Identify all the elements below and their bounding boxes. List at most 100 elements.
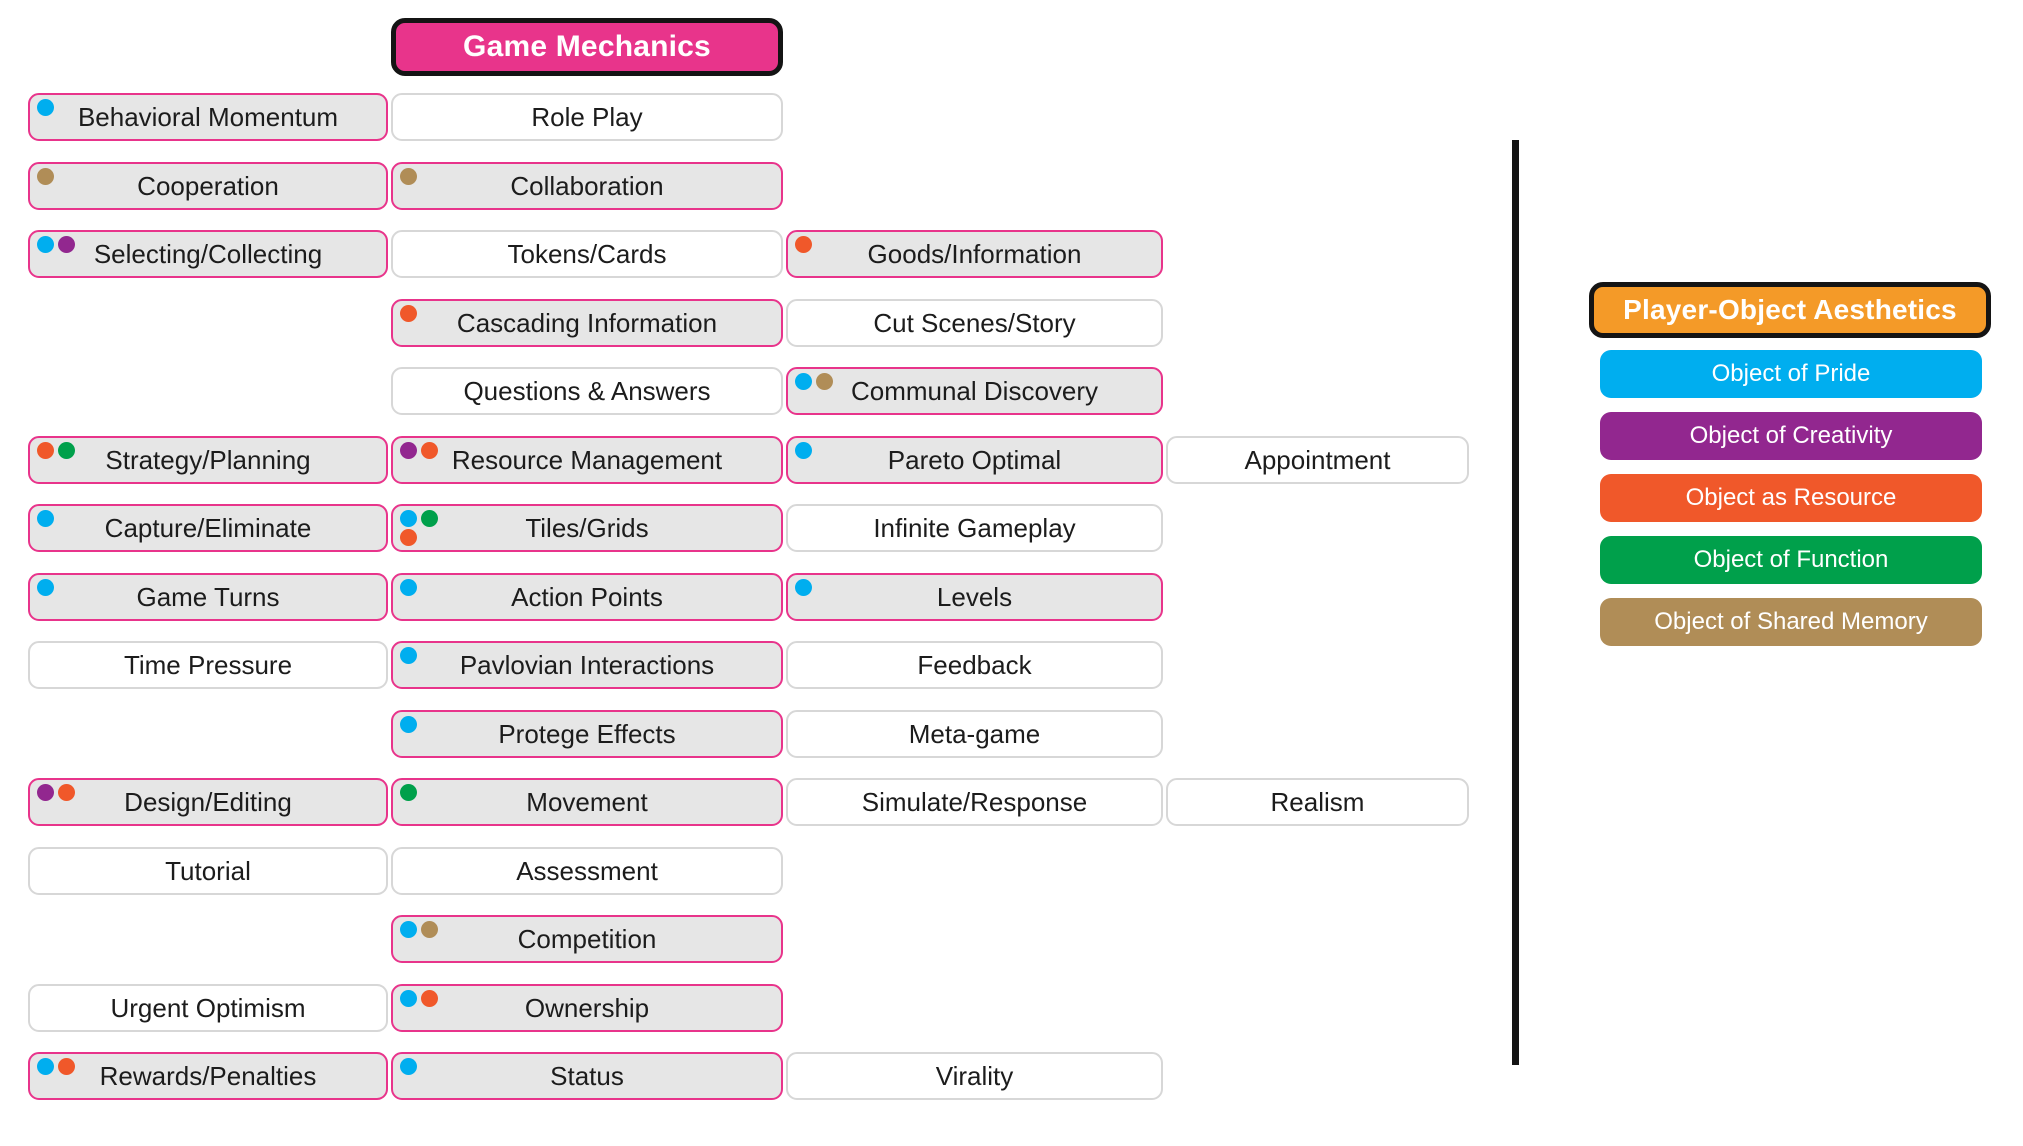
aesthetic-dot-blue-icon	[795, 579, 812, 596]
aesthetic-dot-group	[400, 716, 454, 756]
mechanic-label: Design/Editing	[124, 787, 292, 817]
mechanic-label: Appointment	[1244, 445, 1391, 475]
aesthetic-dot-blue-icon	[400, 1058, 417, 1075]
mechanic-box[interactable]: Feedback	[786, 641, 1163, 689]
mechanic-label: Questions & Answers	[463, 376, 711, 406]
legend-swatch-tan[interactable]: Object of Shared Memory	[1600, 598, 1982, 646]
mechanic-box[interactable]: Cut Scenes/Story	[786, 299, 1163, 347]
aesthetic-dot-group	[400, 168, 454, 208]
mechanic-box[interactable]: Cascading Information	[391, 299, 783, 347]
mechanic-box[interactable]: Competition	[391, 915, 783, 963]
mechanic-label: Virality	[935, 1061, 1014, 1091]
mechanic-box[interactable]: Tutorial	[28, 847, 388, 895]
mechanic-box[interactable]: Strategy/Planning	[28, 436, 388, 484]
game-mechanics-header: Game Mechanics	[391, 18, 783, 76]
mechanic-box[interactable]: Assessment	[391, 847, 783, 895]
mechanic-box[interactable]: Infinite Gameplay	[786, 504, 1163, 552]
aesthetic-dot-group	[37, 510, 91, 550]
mechanic-label: Simulate/Response	[861, 787, 1088, 817]
aesthetic-dot-blue-icon	[400, 716, 417, 733]
mechanic-box[interactable]: Goods/Information	[786, 230, 1163, 278]
aesthetic-dot-group	[37, 1058, 91, 1098]
mechanic-label: Time Pressure	[123, 650, 293, 680]
mechanic-label: Status	[550, 1061, 624, 1091]
mechanic-box[interactable]: Design/Editing	[28, 778, 388, 826]
mechanic-label: Infinite Gameplay	[873, 513, 1076, 543]
aesthetic-dot-blue-icon	[400, 510, 417, 527]
mechanic-box[interactable]: Cooperation	[28, 162, 388, 210]
mechanic-box[interactable]: Questions & Answers	[391, 367, 783, 415]
mechanic-label: Communal Discovery	[850, 376, 1099, 406]
mechanic-box[interactable]: Realism	[1166, 778, 1469, 826]
aesthetic-dot-group	[37, 168, 91, 208]
diagram-canvas: Game Mechanics Player-Object Aesthetics …	[0, 0, 2023, 1146]
mechanic-label: Cut Scenes/Story	[873, 308, 1076, 338]
mechanic-label: Game Turns	[136, 582, 280, 612]
mechanic-box[interactable]: Pareto Optimal	[786, 436, 1163, 484]
mechanic-label: Action Points	[511, 582, 663, 612]
player-object-aesthetics-header: Player-Object Aesthetics	[1589, 282, 1991, 338]
mechanic-box[interactable]: Urgent Optimism	[28, 984, 388, 1032]
mechanic-box[interactable]: Appointment	[1166, 436, 1469, 484]
mechanic-box[interactable]: Simulate/Response	[786, 778, 1163, 826]
aesthetic-dot-group	[795, 236, 849, 276]
aesthetic-dot-purple-icon	[37, 784, 54, 801]
aesthetic-dot-orange-icon	[400, 529, 417, 546]
mechanic-box[interactable]: Collaboration	[391, 162, 783, 210]
aesthetic-dot-group	[795, 579, 849, 619]
mechanic-box[interactable]: Behavioral Momentum	[28, 93, 388, 141]
aesthetic-dot-green-icon	[58, 442, 75, 459]
aesthetic-dot-tan-icon	[816, 373, 833, 390]
mechanic-label: Ownership	[524, 993, 650, 1023]
mechanic-box[interactable]: Status	[391, 1052, 783, 1100]
mechanic-box[interactable]: Resource Management	[391, 436, 783, 484]
mechanic-label: Protege Effects	[498, 719, 676, 749]
mechanic-box[interactable]: Selecting/Collecting	[28, 230, 388, 278]
legend-swatch-purple[interactable]: Object of Creativity	[1600, 412, 1982, 460]
aesthetic-dot-orange-icon	[421, 990, 438, 1007]
mechanic-label: Strategy/Planning	[105, 445, 311, 475]
mechanic-label: Levels	[936, 582, 1013, 612]
aesthetic-dot-group	[400, 510, 454, 550]
mechanic-label: Pareto Optimal	[887, 445, 1062, 475]
mechanic-box[interactable]: Levels	[786, 573, 1163, 621]
mechanic-box[interactable]: Action Points	[391, 573, 783, 621]
legend-label: Object as Resource	[1685, 484, 1897, 511]
mechanic-box[interactable]: Game Turns	[28, 573, 388, 621]
mechanic-box[interactable]: Time Pressure	[28, 641, 388, 689]
aesthetic-dot-orange-icon	[58, 784, 75, 801]
aesthetic-dot-green-icon	[400, 784, 417, 801]
aesthetic-dot-blue-icon	[37, 510, 54, 527]
aesthetic-dot-green-icon	[421, 510, 438, 527]
mechanic-label: Collaboration	[510, 171, 664, 201]
legend-swatch-blue[interactable]: Object of Pride	[1600, 350, 1982, 398]
legend-label: Object of Function	[1693, 546, 1889, 573]
aesthetic-dot-group	[400, 921, 454, 961]
aesthetic-dot-blue-icon	[37, 99, 54, 116]
mechanic-label: Assessment	[516, 856, 658, 886]
aesthetic-dot-group	[37, 442, 91, 482]
legend-swatch-orange[interactable]: Object as Resource	[1600, 474, 1982, 522]
mechanic-box[interactable]: Tiles/Grids	[391, 504, 783, 552]
mechanic-box[interactable]: Protege Effects	[391, 710, 783, 758]
mechanic-label: Feedback	[917, 650, 1032, 680]
mechanic-box[interactable]: Communal Discovery	[786, 367, 1163, 415]
mechanic-box[interactable]: Tokens/Cards	[391, 230, 783, 278]
aesthetic-dot-orange-icon	[400, 305, 417, 322]
mechanic-box[interactable]: Virality	[786, 1052, 1163, 1100]
mechanic-box[interactable]: Pavlovian Interactions	[391, 641, 783, 689]
mechanic-label: Role Play	[531, 102, 643, 132]
aesthetic-dot-blue-icon	[400, 647, 417, 664]
aesthetic-dot-blue-icon	[37, 236, 54, 253]
aesthetic-dot-group	[400, 305, 454, 345]
mechanic-box[interactable]: Role Play	[391, 93, 783, 141]
mechanic-box[interactable]: Movement	[391, 778, 783, 826]
mechanic-box[interactable]: Meta-game	[786, 710, 1163, 758]
aesthetic-dot-blue-icon	[37, 1058, 54, 1075]
mechanic-box[interactable]: Capture/Eliminate	[28, 504, 388, 552]
mechanic-label: Meta-game	[908, 719, 1041, 749]
aesthetic-dot-group	[400, 1058, 454, 1098]
mechanic-box[interactable]: Rewards/Penalties	[28, 1052, 388, 1100]
mechanic-box[interactable]: Ownership	[391, 984, 783, 1032]
legend-swatch-green[interactable]: Object of Function	[1600, 536, 1982, 584]
